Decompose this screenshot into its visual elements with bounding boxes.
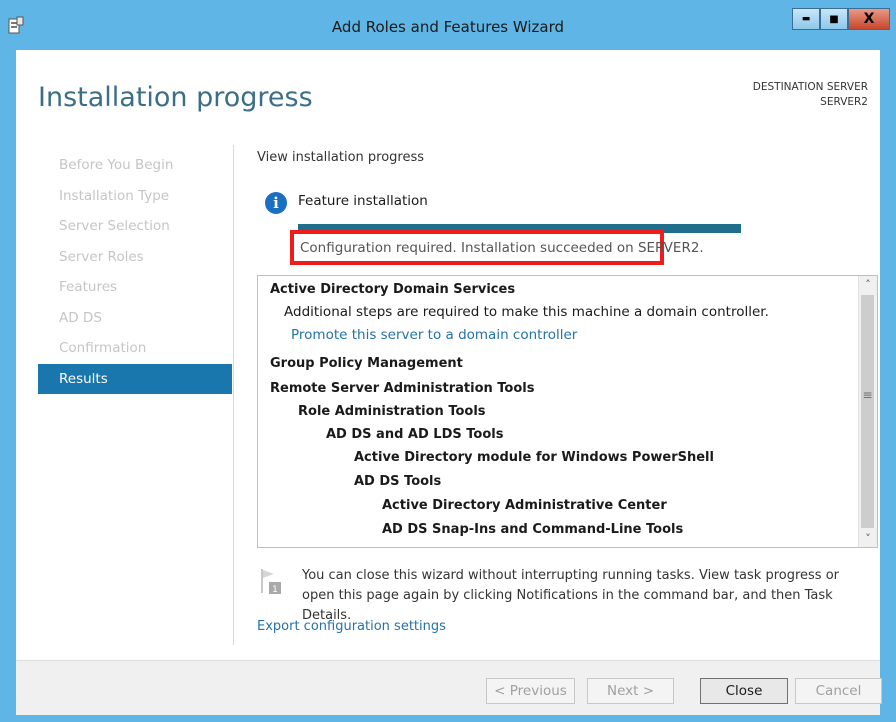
scrollbar-thumb[interactable] [861, 295, 874, 528]
results-item: Active Directory module for Windows Powe… [354, 450, 714, 465]
nav-item-results[interactable]: Results [38, 363, 232, 394]
nav-item-server-selection: Server Selection [59, 218, 170, 234]
svg-text:1: 1 [272, 585, 278, 595]
results-item: Remote Server Administration Tools [270, 381, 535, 396]
nav-divider [233, 145, 234, 645]
wizard-client-area: Installation progress DESTINATION SERVER… [16, 50, 882, 715]
next-button[interactable]: Next > [587, 678, 674, 704]
maximize-button[interactable]: ■ [820, 8, 848, 30]
wizard-steps-nav: Before You Begin Installation Type Serve… [38, 150, 232, 394]
close-button[interactable]: Close [700, 678, 788, 704]
results-item: Group Policy Management [270, 356, 463, 371]
nav-item-confirmation: Confirmation [59, 340, 147, 356]
results-item: Additional steps are required to make th… [284, 304, 769, 320]
promote-domain-controller-link[interactable]: Promote this server to a domain controll… [291, 327, 577, 343]
main-content: View installation progress i Feature ins… [257, 50, 878, 714]
results-list[interactable]: Active Directory Domain Services Addition… [257, 275, 878, 548]
note-text: You can close this wizard without interr… [302, 568, 839, 623]
minimize-button[interactable]: ▬ [792, 8, 820, 30]
scroll-down-icon[interactable]: ˅ [859, 530, 877, 547]
scroll-up-icon[interactable]: ˄ [859, 276, 877, 293]
results-scrollbar[interactable]: ˄ ≡ ˅ [858, 276, 877, 547]
nav-item-before-you-begin: Before You Begin [59, 157, 174, 173]
nav-item-ad-ds: AD DS [59, 309, 102, 326]
nav-item-features: Features [59, 279, 118, 295]
close-icon: X [863, 11, 875, 27]
maximize-icon: ■ [829, 13, 839, 25]
results-item: AD DS Snap-Ins and Command-Line Tools [382, 522, 684, 537]
close-window-button[interactable]: X [848, 8, 890, 30]
results-list-content: Active Directory Domain Services Addition… [258, 276, 858, 547]
results-item: Role Administration Tools [298, 404, 486, 419]
previous-button[interactable]: < Previous [486, 678, 575, 704]
window-title: Add Roles and Features Wizard [331, 18, 565, 36]
notification-flag-icon: 1 [261, 569, 281, 595]
minimize-icon: ▬ [801, 14, 811, 24]
results-item: AD DS and AD LDS Tools [326, 427, 504, 442]
section-label: View installation progress [257, 150, 425, 165]
wizard-footer: < Previous Next > Close Cancel [16, 660, 882, 715]
info-icon: i [265, 192, 287, 214]
title-bar[interactable]: Add Roles and Features Wizard ▬ ■ X [0, 0, 896, 50]
results-item: Active Directory Domain Services [270, 282, 516, 297]
export-configuration-link[interactable]: Export configuration settings [257, 619, 446, 634]
status-message: Configuration required. Installation suc… [290, 230, 704, 265]
results-item: Active Directory Administrative Center [382, 498, 667, 513]
nav-item-installation-type: Installation Type [59, 187, 170, 204]
nav-item-server-roles: Server Roles [59, 248, 144, 265]
scrollbar-grip-icon: ≡ [862, 388, 873, 402]
feature-installation-label: Feature installation [298, 193, 428, 209]
results-item: AD DS Tools [354, 474, 442, 489]
cancel-button[interactable]: Cancel [795, 678, 882, 704]
